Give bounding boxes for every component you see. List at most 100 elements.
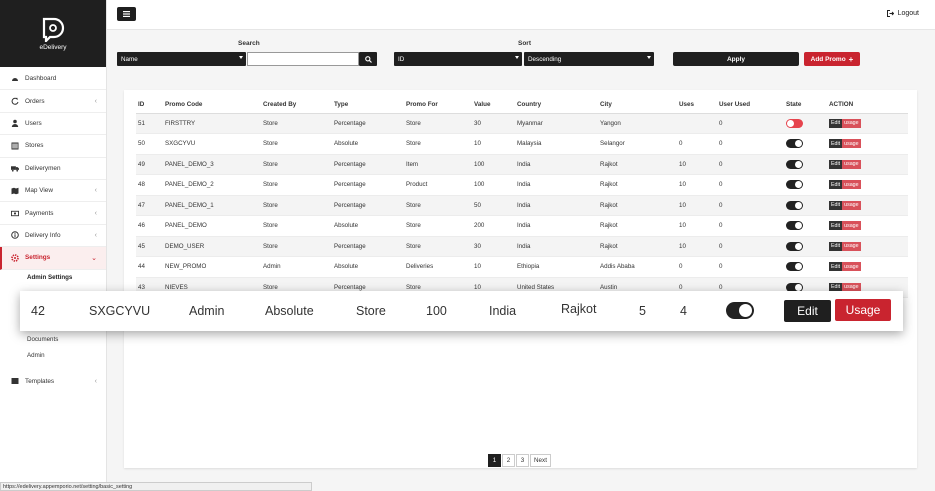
cell-user-used: 0	[717, 113, 784, 134]
usage-button[interactable]: usage	[842, 180, 861, 190]
cell-id: 44	[136, 256, 163, 278]
brand[interactable]: eDelivery	[0, 0, 106, 67]
logout-link[interactable]: Logout	[886, 10, 919, 17]
state-toggle[interactable]	[786, 221, 803, 231]
cell-action: Edit usage	[827, 154, 908, 175]
table-row: 44 NEW_PROMO Admin Absolute Deliveries 10 Ethi…	[136, 256, 908, 278]
store-icon	[11, 142, 19, 150]
next-page-button[interactable]: Next	[530, 454, 551, 467]
search-input[interactable]	[247, 52, 359, 66]
apply-button[interactable]: Apply	[673, 52, 799, 66]
promo-table-body: 51 FIRSTTRY Store Percentage Store 30 Myanmar Y…	[136, 113, 908, 298]
sidebar-item-settings[interactable]: Settings ⌄	[0, 247, 106, 270]
sidebar-item-orders[interactable]: Orders ‹	[0, 90, 106, 113]
edit-button[interactable]: Edit	[829, 262, 843, 272]
cell-city: Rajkot	[598, 195, 677, 216]
column-header[interactable]: Created By	[261, 97, 332, 114]
sort-field-select[interactable]: ID	[394, 52, 522, 66]
sidebar-item-stores[interactable]: Stores	[0, 135, 106, 158]
usage-button[interactable]: usage	[842, 262, 861, 272]
zoom-usage-button[interactable]: Usage	[835, 299, 891, 321]
sidebar-item-dashboard[interactable]: Dashboard	[0, 68, 106, 91]
cell-value: 100	[472, 154, 515, 175]
caret-down-icon	[647, 56, 651, 59]
sidebar-item-label: Stores	[25, 142, 44, 150]
zoom-promo-code: SXGCYVU	[89, 304, 151, 318]
page-button-2[interactable]: 2	[502, 454, 515, 467]
sidebar-item-payments[interactable]: Payments ‹	[0, 202, 106, 225]
usage-button[interactable]: usage	[842, 241, 861, 251]
zoom-edit-button[interactable]: Edit	[784, 300, 831, 322]
chevron-left-icon: ‹	[94, 187, 97, 195]
add-promo-button[interactable]: Add Promo +	[804, 52, 860, 66]
menu-toggle-button[interactable]	[117, 7, 136, 21]
column-header[interactable]: ID	[136, 97, 163, 114]
edit-button[interactable]: Edit	[829, 118, 843, 128]
table-row: 46 PANEL_DEMO Store Absolute Store 200 India Ra…	[136, 215, 908, 237]
page-button-1[interactable]: 1	[488, 454, 501, 467]
edit-button[interactable]: Edit	[829, 221, 843, 231]
zoom-state-toggle[interactable]	[726, 302, 754, 319]
column-header[interactable]: Value	[472, 97, 515, 114]
cell-type: Percentage	[332, 195, 404, 216]
chevron-down-icon: ⌄	[91, 254, 97, 262]
cell-value: 10	[472, 133, 515, 155]
cell-country: India	[515, 215, 598, 237]
column-header[interactable]: User Used	[717, 97, 784, 114]
state-toggle[interactable]	[786, 180, 803, 190]
sidebar-item-map-view[interactable]: Map View ‹	[0, 180, 106, 203]
sidebar-item-users[interactable]: Users	[0, 113, 106, 136]
column-header[interactable]: Country	[515, 97, 598, 114]
usage-button[interactable]: usage	[842, 118, 861, 128]
column-header[interactable]: Promo For	[404, 97, 472, 114]
cell-action: Edit usage	[827, 113, 908, 134]
cell-state	[784, 174, 827, 196]
sort-order-select[interactable]: Descending	[524, 52, 654, 66]
edit-button[interactable]: Edit	[829, 139, 843, 149]
subnav-documents[interactable]: Documents	[0, 332, 106, 348]
edit-button[interactable]: Edit	[829, 159, 843, 169]
sidebar-item-deliverymen[interactable]: Deliverymen	[0, 158, 106, 180]
zoomed-table-row: 42 SXGCYVU Admin Absolute Store 100 Indi…	[20, 291, 903, 331]
cell-code: FIRSTTRY	[163, 113, 261, 134]
column-header[interactable]: City	[598, 97, 677, 114]
browser-status-url: https://edelivery.appemporio.net/setting…	[0, 482, 312, 491]
usage-button[interactable]: usage	[842, 221, 861, 231]
usage-button[interactable]: usage	[842, 159, 861, 169]
cell-promo-for: Store	[404, 236, 472, 257]
sidebar-item-templates[interactable]: Templates ‹	[0, 370, 106, 392]
column-header[interactable]: Type	[332, 97, 404, 114]
search-button[interactable]	[359, 52, 377, 66]
search-field-select[interactable]: Name	[117, 52, 246, 66]
state-toggle[interactable]	[786, 118, 803, 128]
state-toggle[interactable]	[786, 139, 803, 149]
state-toggle[interactable]	[786, 200, 803, 210]
state-toggle[interactable]	[786, 262, 803, 272]
cell-code: NEW_PROMO	[163, 256, 261, 278]
state-toggle[interactable]	[786, 159, 803, 169]
cell-country: India	[515, 174, 598, 196]
cell-promo-for: Deliveries	[404, 256, 472, 278]
plus-icon: +	[848, 54, 854, 64]
cell-city: Addis Ababa	[598, 256, 677, 278]
subnav-admin[interactable]: Admin	[0, 348, 106, 364]
usage-button[interactable]: usage	[842, 139, 861, 149]
cell-city: Rajkot	[598, 215, 677, 237]
column-header[interactable]: Uses	[677, 97, 717, 114]
edit-button[interactable]: Edit	[829, 180, 843, 190]
cell-id: 48	[136, 174, 163, 196]
usage-button[interactable]: usage	[842, 200, 861, 210]
page-button-3[interactable]: 3	[516, 454, 529, 467]
sidebar-item-delivery-info[interactable]: Delivery Info ‹	[0, 225, 106, 248]
cell-state	[784, 195, 827, 216]
cell-code: PANEL_DEMO_2	[163, 174, 261, 196]
edit-button[interactable]: Edit	[829, 200, 843, 210]
template-icon	[11, 377, 19, 385]
column-header[interactable]: Promo Code	[163, 97, 261, 114]
state-toggle[interactable]	[786, 241, 803, 251]
table-row: 45 DEMO_USER Store Percentage Store 30 India Ra…	[136, 236, 908, 257]
toggle-knob	[795, 263, 802, 271]
subnav-admin-settings[interactable]: Admin Settings	[0, 270, 106, 286]
cell-state	[784, 236, 827, 257]
edit-button[interactable]: Edit	[829, 241, 843, 251]
